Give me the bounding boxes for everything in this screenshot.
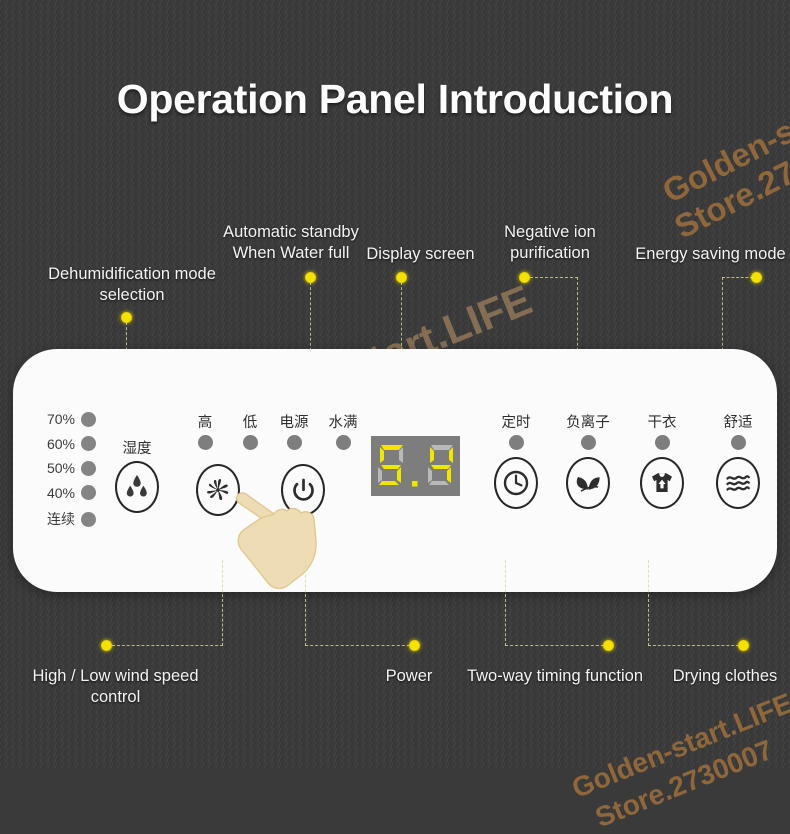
callout-two-way-timing: Two-way timing function xyxy=(466,667,644,685)
humidity-level-led xyxy=(81,460,96,476)
connector-drying-h xyxy=(648,645,744,646)
status-label-water-full: 水满 xyxy=(328,415,358,431)
status-led-power xyxy=(286,435,302,450)
callout-dot-power xyxy=(409,640,420,651)
connector-negative-ion-h xyxy=(530,277,578,278)
humidity-level-label: 40% xyxy=(46,484,75,501)
page-title: Operation Panel Introduction xyxy=(116,76,674,122)
dry-clothes-button[interactable] xyxy=(640,457,684,509)
waves-icon xyxy=(726,475,750,491)
dry-clothes-button-cell[interactable]: 干衣 xyxy=(627,411,697,509)
timer-button[interactable] xyxy=(494,457,538,509)
timer-led xyxy=(508,435,524,450)
humidity-level-label: 连续 xyxy=(47,511,75,527)
status-indicator-high: 高 xyxy=(183,411,227,457)
callout-dot-negative-ion xyxy=(519,272,530,283)
status-led-low xyxy=(242,435,258,450)
humidity-level-row: 70% xyxy=(33,411,96,427)
seven-segment-digit-1 xyxy=(377,445,403,485)
connector-wind-speed-v xyxy=(222,560,223,646)
connector-energy-saving-h xyxy=(722,277,753,278)
comfort-button[interactable] xyxy=(716,457,760,509)
clock-icon xyxy=(503,470,529,496)
humidity-level-row: 50% xyxy=(33,460,96,476)
connector-timing-v xyxy=(505,560,506,646)
callout-dot-timing xyxy=(603,640,614,651)
status-label-low: 低 xyxy=(242,415,258,431)
humidity-level-led xyxy=(81,485,96,500)
status-label-power: 电源 xyxy=(279,415,309,431)
dry-clothes-led xyxy=(654,435,670,450)
control-panel: 70% 60% 50% 40% 连续 湿度 高 低 电源 水满 定时 负离子 干… xyxy=(13,349,777,592)
humidity-button-label: 湿度 xyxy=(122,441,152,457)
connector-drying-v xyxy=(648,560,649,646)
status-indicator-water-full: 水满 xyxy=(317,411,369,457)
connector-power-h xyxy=(305,645,415,646)
seven-segment-digit-2 xyxy=(427,445,453,485)
pointing-hand-cursor xyxy=(227,469,337,599)
dry-clothes-button-label: 干衣 xyxy=(647,415,677,431)
status-led-water-full xyxy=(335,435,351,450)
status-led-high xyxy=(197,435,213,450)
callout-dot-drying xyxy=(738,640,749,651)
leaf-icon xyxy=(576,477,600,492)
humidity-level-row: 60% xyxy=(33,436,96,452)
connector-wind-speed-h xyxy=(112,645,223,646)
humidity-level-led xyxy=(81,511,96,527)
humidity-level-label: 50% xyxy=(46,460,75,476)
connector-timing-h xyxy=(505,645,609,646)
comfort-led xyxy=(730,435,746,450)
water-droplets-icon xyxy=(126,475,147,497)
status-indicator-power: 电源 xyxy=(268,411,320,457)
comfort-button-label: 舒适 xyxy=(723,415,753,431)
humidity-level-label: 70% xyxy=(46,411,75,427)
connector-power-v xyxy=(305,560,306,646)
display-screen xyxy=(371,436,460,496)
negative-ion-led xyxy=(580,435,596,450)
timer-button-cell[interactable]: 定时 xyxy=(481,411,551,509)
callout-wind-speed-control: High / Low wind speed control xyxy=(32,667,199,706)
negative-ion-button-label: 负离子 xyxy=(566,415,610,431)
tshirt-icon xyxy=(652,473,672,492)
negative-ion-button-cell[interactable]: 负离子 xyxy=(553,411,623,509)
negative-ion-button[interactable] xyxy=(566,457,610,509)
humidity-level-row: 连续 xyxy=(33,509,96,529)
humidity-level-label: 60% xyxy=(46,435,75,452)
callout-negative-ion-purification: Negative ion purification xyxy=(504,223,596,262)
callout-dot-wind-speed xyxy=(101,640,112,651)
callout-energy-saving-mode: Energy saving mode xyxy=(635,245,786,263)
humidity-level-row: 40% xyxy=(33,485,96,501)
seven-segment-decimal-point xyxy=(411,481,417,487)
humidity-button-cell[interactable]: 湿度 xyxy=(102,437,172,513)
callout-dehumidification-mode-selection: Dehumidification mode selection xyxy=(48,265,216,304)
status-label-high: 高 xyxy=(197,415,213,431)
callout-power: Power xyxy=(385,667,433,685)
callout-drying-clothes: Drying clothes xyxy=(672,667,778,685)
humidity-level-led xyxy=(81,411,96,427)
humidity-level-indicator-group: 70% 60% 50% 40% 连续 xyxy=(33,411,96,529)
humidity-button[interactable] xyxy=(115,461,159,513)
timer-button-label: 定时 xyxy=(501,415,531,431)
humidity-level-led xyxy=(81,436,96,451)
hand-pointer-icon xyxy=(235,492,317,590)
comfort-button-cell[interactable]: 舒适 xyxy=(703,411,773,509)
status-indicator-low: 低 xyxy=(228,411,272,457)
